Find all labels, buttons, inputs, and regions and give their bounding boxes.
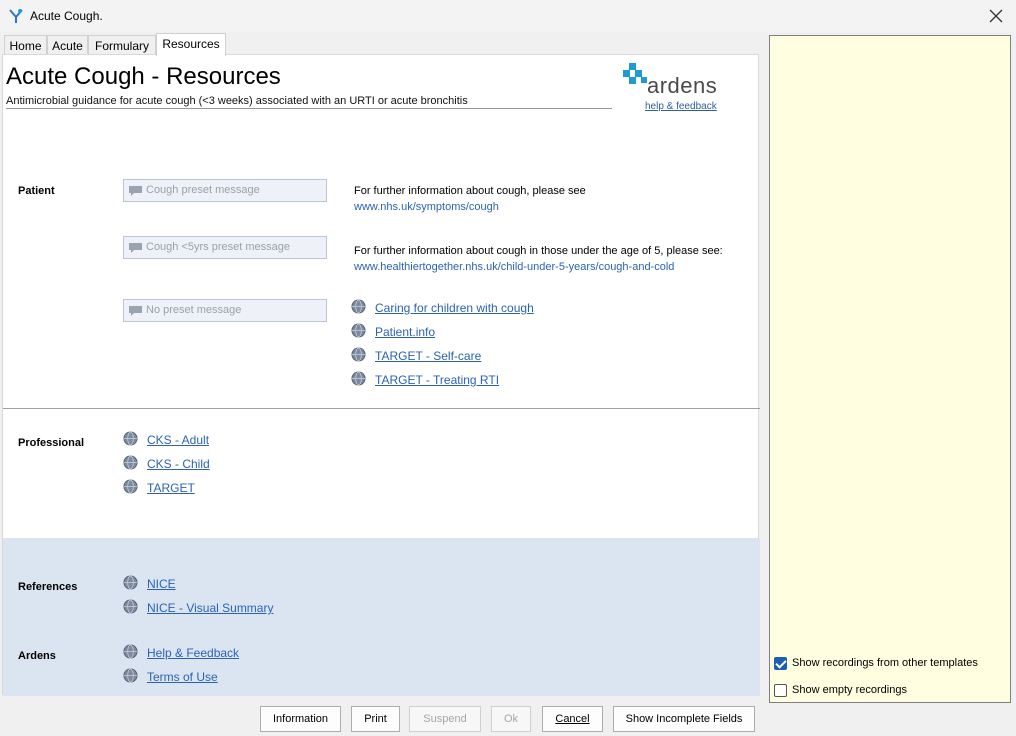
tab-home[interactable]: Home bbox=[4, 35, 47, 56]
globe-icon bbox=[351, 347, 366, 362]
references-label: References bbox=[18, 581, 78, 593]
nice-link[interactable]: NICE bbox=[147, 577, 176, 591]
message-bubble-icon bbox=[129, 243, 142, 253]
tab-formulary[interactable]: Formulary bbox=[88, 35, 156, 56]
show-empty-checkbox[interactable] bbox=[774, 684, 787, 697]
page-subtitle: Antimicrobial guidance for acute cough (… bbox=[6, 95, 468, 107]
globe-icon bbox=[351, 323, 366, 338]
show-other-templates-label: Show recordings from other templates bbox=[792, 657, 978, 669]
show-incomplete-fields-button[interactable]: Show Incomplete Fields bbox=[613, 706, 755, 732]
cough-info-text: For further information about cough, ple… bbox=[354, 185, 586, 197]
no-preset-placeholder: No preset message bbox=[146, 304, 242, 316]
cancel-button[interactable]: Cancel bbox=[542, 706, 603, 732]
cough-under5-preset-placeholder: Cough <5yrs preset message bbox=[146, 241, 290, 253]
show-empty-label: Show empty recordings bbox=[792, 684, 907, 696]
globe-icon bbox=[123, 668, 138, 683]
ardens-logo-text: ardens bbox=[647, 73, 718, 98]
help-feedback-link[interactable]: help & feedback bbox=[645, 101, 717, 112]
recordings-panel: Show recordings from other templates Sho… bbox=[769, 35, 1011, 703]
section-divider bbox=[3, 408, 760, 409]
message-bubble-icon bbox=[129, 186, 142, 196]
suspend-button[interactable]: Suspend bbox=[409, 706, 481, 732]
cough-preset-message[interactable]: Cough preset message bbox=[123, 179, 327, 202]
information-button[interactable]: Information bbox=[260, 706, 341, 732]
title-underline bbox=[6, 108, 612, 109]
close-button[interactable] bbox=[984, 4, 1008, 28]
message-bubble-icon bbox=[129, 306, 142, 316]
target-treating-rti-link[interactable]: TARGET - Treating RTI bbox=[375, 373, 499, 387]
under5-info-text: For further information about cough in t… bbox=[354, 245, 723, 257]
cough-under5-preset-message[interactable]: Cough <5yrs preset message bbox=[123, 236, 327, 259]
help-feedback-bottom-link[interactable]: Help & Feedback bbox=[147, 646, 239, 660]
terms-of-use-link[interactable]: Terms of Use bbox=[147, 670, 218, 684]
title-bar: Acute Cough. bbox=[0, 0, 1016, 32]
references-area: References NICE NICE - Visual Summary Ar… bbox=[3, 538, 760, 696]
tab-resources[interactable]: Resources bbox=[156, 33, 226, 56]
show-other-templates-checkbox[interactable] bbox=[774, 657, 787, 670]
cancel-button-label: Cancel bbox=[555, 713, 590, 725]
target-link[interactable]: TARGET bbox=[147, 481, 195, 495]
patient-label: Patient bbox=[18, 185, 55, 197]
patient-info-link[interactable]: Patient.info bbox=[375, 325, 435, 339]
ardens-logo: ardens bbox=[621, 61, 731, 101]
globe-icon bbox=[123, 455, 138, 470]
globe-icon bbox=[123, 599, 138, 614]
resources-page: Acute Cough - Resources Antimicrobial gu… bbox=[2, 54, 760, 696]
cks-child-link[interactable]: CKS - Child bbox=[147, 457, 210, 471]
ok-button[interactable]: Ok bbox=[491, 706, 531, 732]
window-title: Acute Cough. bbox=[30, 9, 103, 23]
globe-icon bbox=[351, 371, 366, 386]
cks-adult-link[interactable]: CKS - Adult bbox=[147, 433, 209, 447]
page-title: Acute Cough - Resources bbox=[6, 63, 281, 90]
ardens-label: Ardens bbox=[18, 650, 56, 662]
nhs-cough-link[interactable]: www.nhs.uk/symptoms/cough bbox=[354, 201, 499, 213]
tab-acute[interactable]: Acute bbox=[47, 35, 88, 56]
cough-preset-placeholder: Cough preset message bbox=[146, 184, 260, 196]
professional-label: Professional bbox=[18, 437, 85, 449]
globe-icon bbox=[123, 644, 138, 659]
app-icon bbox=[9, 9, 23, 23]
globe-icon bbox=[123, 575, 138, 590]
globe-icon bbox=[123, 431, 138, 446]
print-button[interactable]: Print bbox=[351, 706, 400, 732]
globe-icon bbox=[123, 479, 138, 494]
target-self-care-link[interactable]: TARGET - Self-care bbox=[375, 349, 481, 363]
close-icon bbox=[989, 9, 1003, 23]
no-preset-message[interactable]: No preset message bbox=[123, 299, 327, 322]
healthier-together-link[interactable]: www.healthiertogether.nhs.uk/child-under… bbox=[354, 261, 674, 273]
caring-children-cough-link[interactable]: Caring for children with cough bbox=[375, 301, 534, 315]
nice-visual-summary-link[interactable]: NICE - Visual Summary bbox=[147, 601, 273, 615]
globe-icon bbox=[351, 299, 366, 314]
